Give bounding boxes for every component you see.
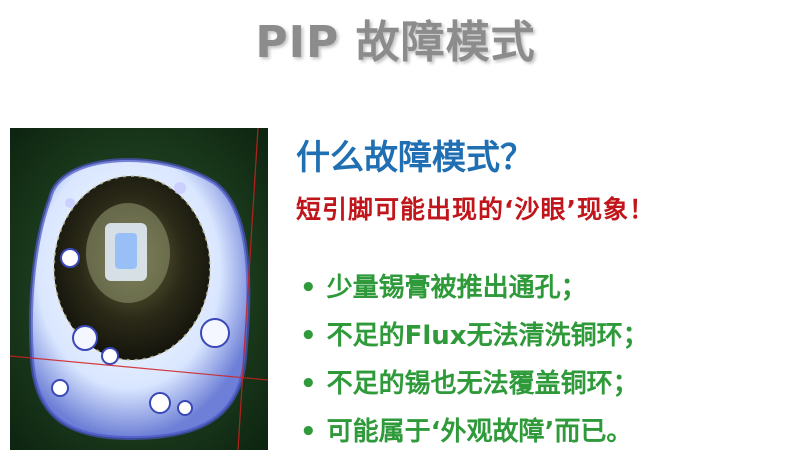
list-item: • 少量锡膏被推出通孔； [300, 264, 649, 312]
solder-joint-image [10, 128, 268, 450]
bullet-text: 不足的锡也无法覆盖铜环； [326, 369, 639, 399]
list-item: • 可能属于‘外观故障’而已。 [300, 408, 649, 456]
solder-joint-photo [10, 128, 268, 450]
bullet-list: • 少量锡膏被推出通孔； • 不足的Flux无法清洗铜环； • 不足的锡也无法覆盖铜环… [300, 264, 649, 456]
bullet-text: 可能属于‘外观故障’而已。 [326, 417, 633, 447]
bullet-icon: • [300, 369, 317, 399]
section-subheading: 短引脚可能出现的‘沙眼’现象！ [296, 195, 655, 224]
slide-title: PIP 故障模式 [255, 17, 536, 68]
bullet-icon: • [300, 417, 317, 447]
list-item: • 不足的Flux无法清洗铜环； [300, 312, 649, 360]
bullet-text: 不足的Flux无法清洗铜环； [326, 321, 649, 351]
section-heading: 什么故障模式？ [296, 138, 534, 178]
bullet-icon: • [300, 273, 317, 303]
bullet-icon: • [300, 321, 317, 351]
list-item: • 不足的锡也无法覆盖铜环； [300, 360, 649, 408]
bullet-text: 少量锡膏被推出通孔； [326, 273, 587, 303]
